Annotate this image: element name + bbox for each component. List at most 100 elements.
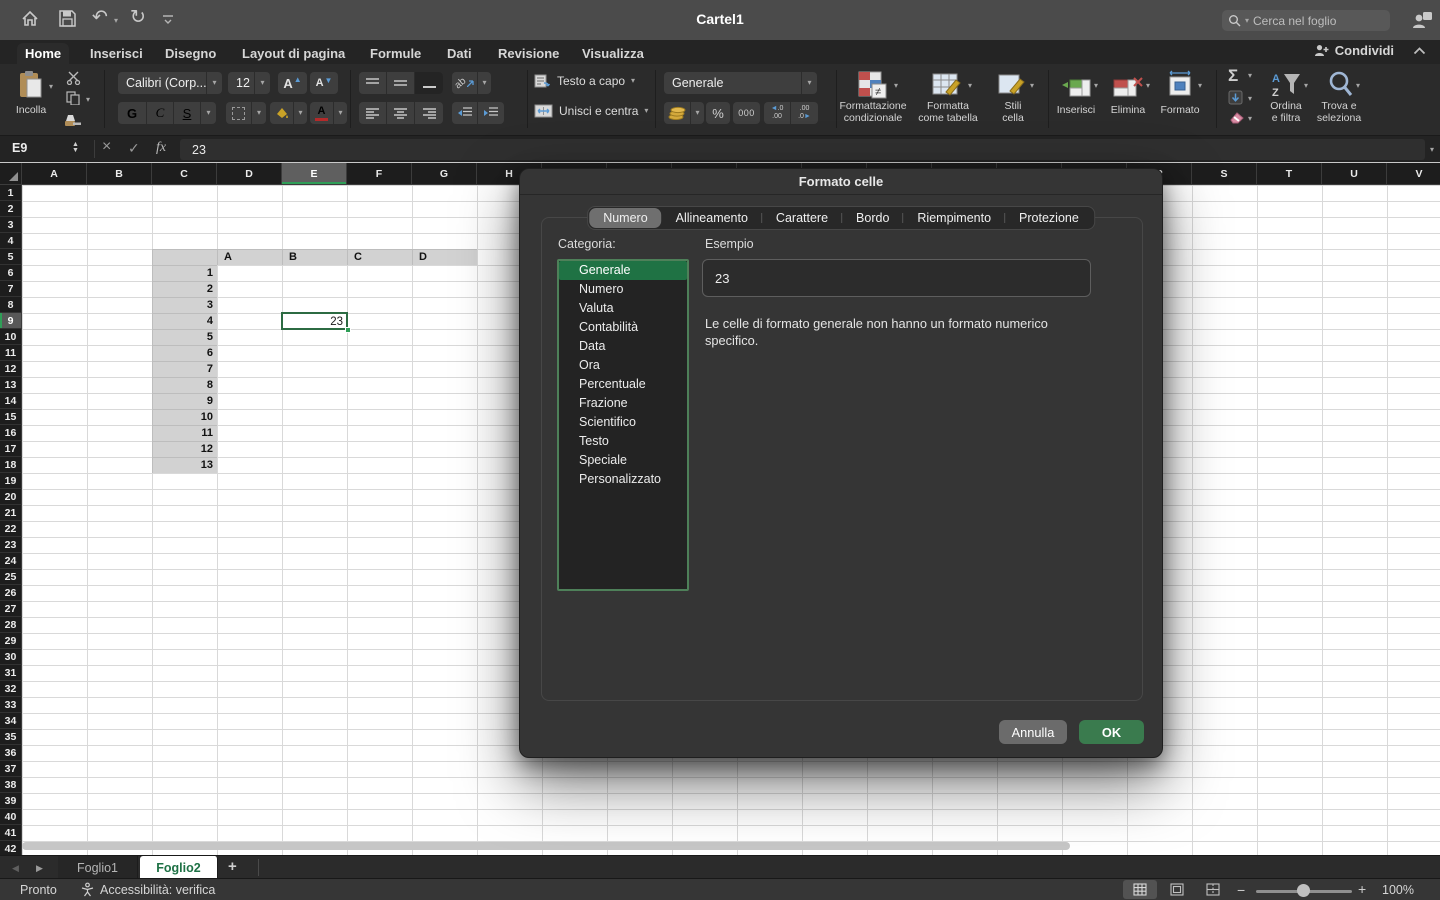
ribbon-tab-home[interactable]: Home	[17, 43, 69, 64]
conditional-formatting-dropdown-icon[interactable]: ▾	[894, 82, 898, 90]
dialog-tab-protezione[interactable]: Protezione	[1005, 208, 1093, 228]
page-break-view-button[interactable]	[1196, 880, 1230, 899]
row-header-15[interactable]: 15	[0, 409, 22, 425]
row-header-18[interactable]: 18	[0, 457, 22, 473]
ok-button[interactable]: OK	[1079, 720, 1144, 744]
row-header-32[interactable]: 32	[0, 681, 22, 697]
copy-icon[interactable]	[66, 91, 80, 105]
category-item-contabilità[interactable]: Contabilità	[559, 318, 687, 337]
zoom-out-button[interactable]: −	[1237, 882, 1245, 898]
find-select-button[interactable]	[1326, 70, 1354, 100]
category-item-generale[interactable]: Generale	[559, 261, 687, 280]
row-header-26[interactable]: 26	[0, 585, 22, 601]
category-item-frazione[interactable]: Frazione	[559, 394, 687, 413]
borders-icon[interactable]	[226, 102, 252, 124]
sort-filter-button[interactable]: A Z	[1270, 70, 1302, 100]
increase-indent-icon[interactable]	[478, 102, 504, 124]
column-header-A[interactable]: A	[22, 163, 87, 185]
dialog-tab-carattere[interactable]: Carattere	[762, 208, 842, 228]
grow-font-button[interactable]: A▲	[278, 72, 307, 94]
dialog-titlebar[interactable]: Formato celle	[520, 169, 1162, 195]
row-header-4[interactable]: 4	[0, 233, 22, 249]
row-header-41[interactable]: 41	[0, 825, 22, 841]
sheet-tab-foglio2[interactable]: Foglio2	[140, 856, 218, 879]
format-as-table-dropdown-icon[interactable]: ▾	[968, 82, 972, 90]
column-header-T[interactable]: T	[1257, 163, 1322, 185]
collapse-ribbon-icon[interactable]	[1413, 47, 1426, 55]
search-input[interactable]: ▾ Cerca nel foglio	[1222, 10, 1390, 31]
row-header-30[interactable]: 30	[0, 649, 22, 665]
row-header-27[interactable]: 27	[0, 601, 22, 617]
search-scope-dropdown-icon[interactable]: ▾	[1245, 17, 1249, 25]
orientation-dropdown-icon[interactable]: ▾	[478, 72, 491, 94]
dialog-tab-allineamento[interactable]: Allineamento	[662, 208, 762, 228]
paste-button[interactable]	[17, 70, 45, 100]
zoom-in-button[interactable]: +	[1358, 881, 1366, 897]
insert-function-icon[interactable]: fx	[156, 140, 166, 156]
ribbon-tab-revisione[interactable]: Revisione	[490, 43, 567, 64]
underline-button[interactable]: S	[174, 102, 201, 124]
row-header-36[interactable]: 36	[0, 745, 22, 761]
category-item-scientifico[interactable]: Scientifico	[559, 413, 687, 432]
name-box[interactable]: E9	[12, 141, 27, 155]
font-color-icon[interactable]: A	[310, 102, 334, 124]
sort-filter-dropdown-icon[interactable]: ▾	[1304, 82, 1308, 90]
save-icon[interactable]	[58, 9, 77, 28]
format-as-table-button[interactable]	[930, 70, 964, 100]
category-item-speciale[interactable]: Speciale	[559, 451, 687, 470]
font-name-select[interactable]: Calibri (Corp... ▾	[118, 72, 222, 94]
category-item-ora[interactable]: Ora	[559, 356, 687, 375]
borders-dropdown-icon[interactable]: ▾	[252, 102, 266, 124]
row-header-28[interactable]: 28	[0, 617, 22, 633]
column-header-F[interactable]: F	[347, 163, 412, 185]
row-header-19[interactable]: 19	[0, 473, 22, 489]
ribbon-tab-layout-di-pagina[interactable]: Layout di pagina	[234, 43, 353, 64]
selected-cell-outline[interactable]	[281, 312, 348, 330]
category-item-personalizzato[interactable]: Personalizzato	[559, 470, 687, 489]
font-size-select[interactable]: 12 ▾	[228, 72, 270, 94]
italic-button[interactable]: C	[147, 102, 174, 124]
row-header-23[interactable]: 23	[0, 537, 22, 553]
increase-decimal-icon[interactable]: ◄.0.00	[764, 102, 791, 124]
paste-dropdown-icon[interactable]: ▾	[49, 83, 53, 91]
insert-cells-button[interactable]	[1060, 72, 1092, 98]
zoom-slider-handle[interactable]	[1297, 884, 1310, 897]
autosum-dropdown-icon[interactable]: ▾	[1248, 72, 1252, 80]
row-header-13[interactable]: 13	[0, 377, 22, 393]
row-header-39[interactable]: 39	[0, 793, 22, 809]
format-cells-dropdown-icon[interactable]: ▾	[1198, 82, 1202, 90]
name-box-stepper[interactable]: ▲▼	[72, 142, 79, 154]
share-button[interactable]: Condividi	[1314, 43, 1394, 58]
row-header-34[interactable]: 34	[0, 713, 22, 729]
align-top-icon[interactable]	[359, 72, 387, 94]
accessibility-status[interactable]: Accessibilità: verifica	[100, 883, 215, 897]
sheet-nav-right-icon[interactable]: ▶	[36, 863, 43, 874]
cell-styles-dropdown-icon[interactable]: ▾	[1030, 82, 1034, 90]
clear-dropdown-icon[interactable]: ▾	[1248, 115, 1252, 123]
row-header-38[interactable]: 38	[0, 777, 22, 793]
cut-icon[interactable]	[66, 71, 82, 85]
row-header-5[interactable]: 5	[0, 249, 22, 265]
comma-style-button[interactable]: 000	[733, 102, 760, 124]
align-bottom-icon[interactable]	[415, 72, 443, 94]
category-item-testo[interactable]: Testo	[559, 432, 687, 451]
category-list[interactable]: GeneraleNumeroValutaContabilitàDataOraPe…	[557, 259, 689, 591]
row-header-21[interactable]: 21	[0, 505, 22, 521]
row-header-6[interactable]: 6	[0, 265, 22, 281]
row-header-24[interactable]: 24	[0, 553, 22, 569]
page-layout-view-button[interactable]	[1160, 880, 1194, 899]
row-header-1[interactable]: 1	[0, 185, 22, 201]
row-header-14[interactable]: 14	[0, 393, 22, 409]
undo-dropdown-icon[interactable]: ▾	[114, 17, 118, 25]
column-header-S[interactable]: S	[1192, 163, 1257, 185]
number-format-select[interactable]: Generale ▾	[664, 72, 817, 94]
normal-view-button[interactable]	[1123, 880, 1157, 899]
currency-dropdown-icon[interactable]: ▾	[691, 102, 704, 124]
category-item-data[interactable]: Data	[559, 337, 687, 356]
accessibility-icon[interactable]	[80, 882, 95, 897]
sheet-tab-foglio1[interactable]: Foglio1	[58, 856, 138, 879]
cancel-entry-icon[interactable]: ×	[102, 138, 111, 156]
row-header-40[interactable]: 40	[0, 809, 22, 825]
column-header-B[interactable]: B	[87, 163, 152, 185]
format-cells-button[interactable]	[1164, 70, 1196, 98]
